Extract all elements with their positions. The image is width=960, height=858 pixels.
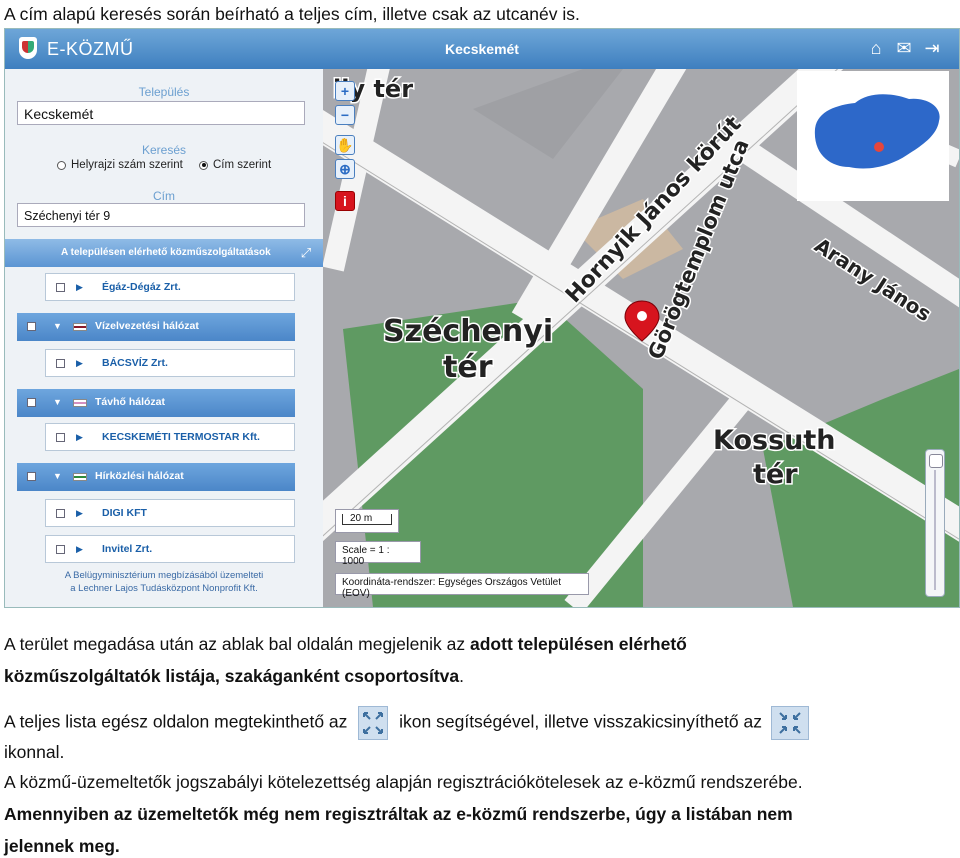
- utility-provider-row[interactable]: ▶ KECSKEMÉTI TERMOSTAR Kft.: [45, 423, 295, 451]
- paragraph-3: A közmű-üzemeltetők jogszabályi köteleze…: [4, 772, 803, 792]
- overview-minimap[interactable]: [797, 71, 949, 201]
- scale-bar: 20 m: [335, 509, 399, 533]
- mail-icon[interactable]: ✉: [893, 38, 915, 58]
- utility-checkbox[interactable]: [56, 359, 65, 368]
- utility-category-row[interactable]: ▼ Távhő hálózat: [17, 389, 295, 417]
- utility-label: KECSKEMÉTI TERMOSTAR Kft.: [102, 431, 260, 443]
- paragraph-2-line-2: ikonnal.: [4, 742, 65, 762]
- utility-checkbox[interactable]: [56, 433, 65, 442]
- utility-checkbox[interactable]: [27, 472, 36, 481]
- radio-address-label: Cím szerint: [213, 159, 272, 171]
- intro-text: A cím alapú keresés során beírható a tel…: [4, 4, 580, 24]
- utility-label: Hírközlési hálózat: [95, 470, 184, 482]
- utility-type-flag-icon: [73, 323, 87, 331]
- info-icon[interactable]: i: [335, 191, 355, 211]
- utility-checkbox[interactable]: [56, 509, 65, 518]
- collapse-icon: [770, 706, 809, 740]
- utility-category-row[interactable]: ▼ Vízelvezetési hálózat: [17, 313, 295, 341]
- paragraph-4-line-2: jelennek meg.: [4, 836, 120, 856]
- zoom-slider[interactable]: [925, 449, 945, 597]
- paragraph-1-line-1: A terület megadása után az ablak bal old…: [4, 634, 687, 654]
- footer-line-1: A Belügyminisztérium megbízásából üzemel…: [64, 570, 264, 581]
- zoom-out-icon[interactable]: −: [335, 105, 355, 125]
- chevron-down-icon[interactable]: ▼: [53, 321, 62, 331]
- chevron-down-icon[interactable]: ▼: [53, 471, 62, 481]
- chevron-right-icon[interactable]: ▶: [76, 282, 83, 293]
- paragraph-4-line-1: Amennyiben az üzemeltetők még nem regisz…: [4, 804, 793, 824]
- map-label-szechenyi: Széchenyi: [383, 314, 553, 349]
- paragraph-1-line-2: közműszolgáltatók listája, szakáganként …: [4, 666, 465, 686]
- map-label-ter-2: tér: [753, 459, 798, 490]
- city-title: Kecskemét: [445, 41, 519, 57]
- radio-parcel[interactable]: Helyrajzi szám szerint: [57, 159, 183, 171]
- paragraph-2-line-1: A teljes lista egész oldalon megtekinthe…: [4, 706, 956, 740]
- utility-checkbox[interactable]: [56, 545, 65, 554]
- chevron-right-icon[interactable]: ▶: [76, 358, 83, 369]
- expand-icon: [358, 706, 389, 740]
- scale-ratio: Scale = 1 : 1000: [335, 541, 421, 567]
- home-icon[interactable]: ⌂: [865, 38, 887, 58]
- pan-hand-icon[interactable]: ✋: [335, 135, 355, 155]
- app-screenshot: E-KÖZMŰ Kecskemét ⌂ ✉ ⇥ Település Kecske…: [4, 28, 960, 608]
- utility-label: Égáz-Dégáz Zrt.: [102, 281, 181, 293]
- left-panel: Település Kecskemét Keresés Helyrajzi sz…: [5, 69, 323, 607]
- map-label-kossuth: Kossuth: [713, 425, 836, 456]
- utility-label: Távhő hálózat: [95, 396, 166, 408]
- address-input[interactable]: Széchenyi tér 9: [17, 203, 305, 227]
- zoom-in-icon[interactable]: +: [335, 81, 355, 101]
- utility-provider-row[interactable]: ▶ BÁCSVÍZ Zrt.: [45, 349, 295, 377]
- map-view[interactable]: ily tér Hornyik János körút Görögtemplom…: [323, 69, 959, 607]
- utility-checkbox[interactable]: [27, 398, 36, 407]
- radio-parcel-label: Helyrajzi szám szerint: [71, 159, 183, 171]
- utility-checkbox[interactable]: [27, 322, 36, 331]
- utility-label: BÁCSVÍZ Zrt.: [102, 357, 168, 369]
- settlement-label: Település: [138, 85, 190, 99]
- utility-list-title: A településen elérhető közműszolgáltatás…: [61, 247, 271, 258]
- logout-icon[interactable]: ⇥: [921, 38, 943, 58]
- radio-parcel-dot[interactable]: [57, 160, 66, 170]
- utility-category-row[interactable]: ▼ Hírközlési hálózat: [17, 463, 295, 491]
- operator-footer: A Belügyminisztérium megbízásából üzemel…: [5, 569, 323, 595]
- utility-label: Vízelvezetési hálózat: [95, 320, 199, 332]
- search-label: Keresés: [141, 143, 187, 157]
- app-header: E-KÖZMŰ Kecskemét ⌂ ✉ ⇥: [5, 29, 959, 69]
- footer-line-2: a Lechner Lajos Tudásközpont Nonprofit K…: [70, 583, 258, 594]
- hungary-outline: [814, 94, 940, 169]
- chevron-right-icon[interactable]: ▶: [76, 432, 83, 443]
- utility-type-flag-icon: [73, 473, 87, 481]
- address-label: Cím: [153, 189, 175, 203]
- expand-icon[interactable]: ⤢: [297, 244, 315, 262]
- zoom-slider-handle[interactable]: [929, 454, 943, 468]
- chevron-right-icon[interactable]: ▶: [76, 508, 83, 519]
- utility-provider-row[interactable]: ▶ DIGI KFT: [45, 499, 295, 527]
- utility-label: Invitel Zrt.: [102, 543, 153, 555]
- chevron-right-icon[interactable]: ▶: [76, 544, 83, 555]
- radio-address-dot[interactable]: [199, 160, 208, 170]
- utility-checkbox[interactable]: [56, 283, 65, 292]
- settlement-input[interactable]: Kecskemét: [17, 101, 305, 125]
- chevron-down-icon[interactable]: ▼: [53, 397, 62, 407]
- utility-label: DIGI KFT: [102, 507, 147, 519]
- radio-address[interactable]: Cím szerint: [199, 159, 271, 171]
- utility-provider-row[interactable]: ▶ Égáz-Dégáz Zrt.: [45, 273, 295, 301]
- utility-list-header: A településen elérhető közműszolgáltatás…: [5, 239, 323, 267]
- utility-provider-row[interactable]: ▶ Invitel Zrt.: [45, 535, 295, 563]
- coordinate-system: Koordináta-rendszer: Egységes Országos V…: [335, 573, 589, 599]
- utility-type-flag-icon: [73, 399, 87, 407]
- map-label-ter-1: tér: [443, 350, 493, 385]
- zoom-box-icon[interactable]: ⊕: [335, 159, 355, 179]
